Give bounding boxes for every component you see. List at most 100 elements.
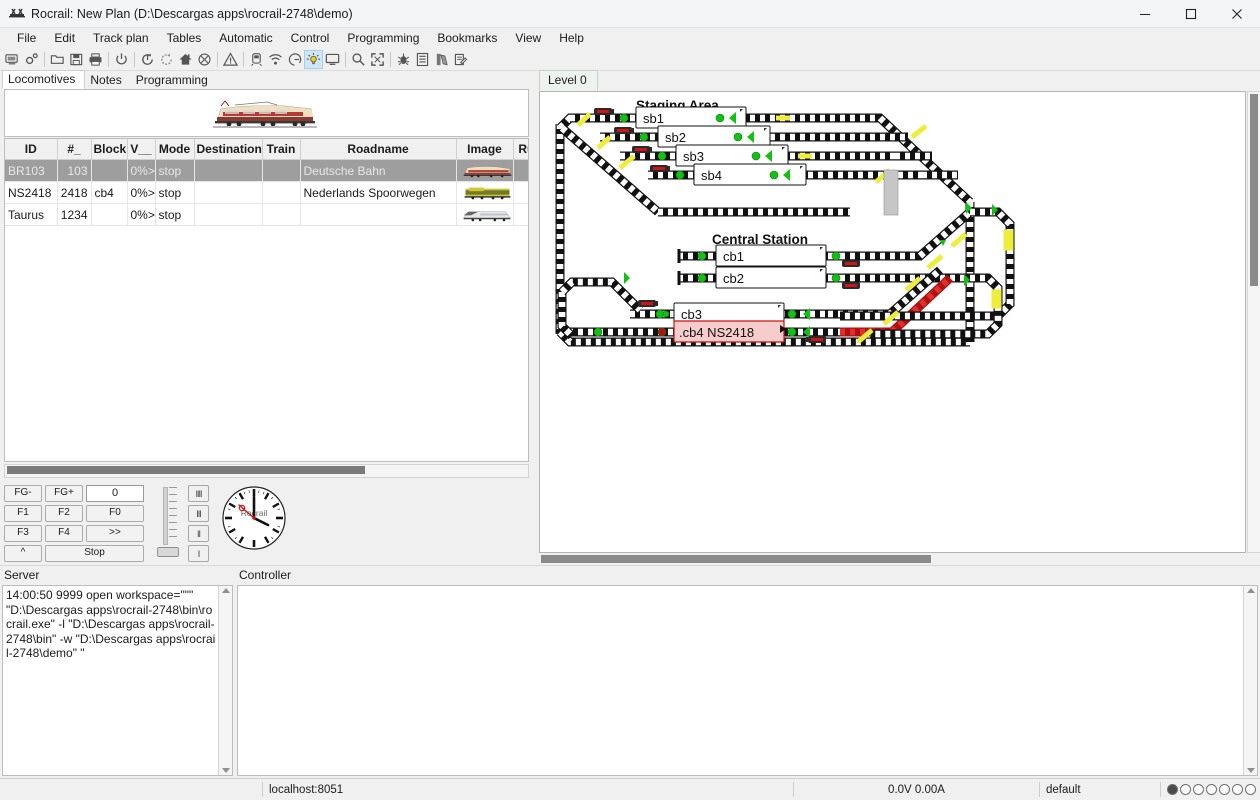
block-cb4[interactable]: .cb4 NS2418: [673, 320, 786, 343]
menu-item-control[interactable]: Control: [282, 28, 339, 49]
lamp-icon[interactable]: [304, 50, 323, 69]
cell-runtime: 0:00: [513, 203, 528, 226]
monitor-icon[interactable]: [323, 50, 342, 69]
scroll-down-icon[interactable]: [222, 768, 230, 773]
fullscreen-icon[interactable]: [368, 50, 387, 69]
col-train[interactable]: Train: [262, 139, 301, 160]
workspace-icon[interactable]: [3, 50, 22, 69]
table-horizontal-scrollbar[interactable]: [4, 464, 529, 478]
menu-item-help[interactable]: Help: [550, 28, 593, 49]
plan-horizontal-scrollbar[interactable]: [539, 554, 1248, 565]
table-row[interactable]: NS2418 2418 cb4 0%> stop Nederlands Spoo…: [5, 181, 528, 204]
tab-programming[interactable]: Programming: [130, 72, 217, 89]
home-icon[interactable]: [176, 50, 195, 69]
function-button-grid: FG- FG+ 0 F1 F2 F0 F3 F4 >> ^ Stop: [4, 485, 144, 562]
f1-button[interactable]: F1: [4, 505, 42, 522]
open-folder-icon[interactable]: [48, 50, 67, 69]
status-dot: [1180, 784, 1191, 795]
menu-item-view[interactable]: View: [506, 28, 550, 49]
block-label: sb3: [683, 149, 704, 164]
save-icon[interactable]: [67, 50, 86, 69]
menu-item-edit[interactable]: Edit: [45, 28, 84, 49]
menu-item-bookmarks[interactable]: Bookmarks: [428, 28, 506, 49]
track-plan-canvas[interactable]: .bed{stroke:#111;stroke-width:9;fill:non…: [539, 91, 1246, 553]
tab-locomotives[interactable]: Locomotives: [2, 70, 86, 89]
train-icon[interactable]: [247, 50, 266, 69]
stop-button[interactable]: Stop: [45, 545, 144, 562]
forward-button[interactable]: >>: [86, 525, 144, 542]
scrollbar-thumb[interactable]: [541, 555, 931, 563]
f3-button[interactable]: F3: [4, 525, 42, 542]
block-cb2[interactable]: cb2: [715, 266, 827, 289]
minimize-button[interactable]: [1122, 0, 1168, 27]
direction-up-button[interactable]: ^: [4, 545, 42, 562]
controller-log-scrollbar[interactable]: [1243, 586, 1257, 775]
col-roadname[interactable]: Roadname: [300, 139, 457, 160]
settings-icon[interactable]: [22, 50, 41, 69]
scrollbar-thumb[interactable]: [1250, 94, 1258, 286]
maximize-button[interactable]: [1168, 0, 1214, 27]
scroll-up-icon[interactable]: [222, 588, 230, 593]
server-log-scrollbar[interactable]: [218, 586, 232, 775]
book-icon[interactable]: [432, 50, 451, 69]
speed-value-field[interactable]: 0: [86, 485, 144, 502]
menu-item-programming[interactable]: Programming: [338, 28, 428, 49]
server-log[interactable]: 14:00:50 9999 open workspace=""" "D:\Des…: [2, 585, 233, 776]
power-icon[interactable]: [112, 50, 131, 69]
f0-button[interactable]: F0: [86, 505, 144, 522]
debug-icon[interactable]: [394, 50, 413, 69]
speedometer-icon[interactable]: [285, 50, 304, 69]
table-row[interactable]: Taurus 1234 0%> stop: [5, 203, 528, 226]
controller-log[interactable]: [237, 585, 1258, 776]
table-row[interactable]: BR103 103 0%> stop Deutsche Bahn: [5, 159, 528, 182]
reset-icon[interactable]: [157, 50, 176, 69]
col-addr[interactable]: #_: [57, 139, 92, 160]
loco-taurus: [462, 211, 511, 222]
block-cb1[interactable]: cb1: [715, 244, 827, 267]
block-sb1[interactable]: sb1: [635, 106, 747, 129]
speed-slider[interactable]: [156, 485, 180, 557]
col-id[interactable]: ID: [5, 139, 58, 160]
slider-knob[interactable]: [157, 547, 179, 557]
zoom-icon[interactable]: [349, 50, 368, 69]
step-1-button[interactable]: I: [188, 545, 209, 562]
col-v[interactable]: V__: [127, 139, 156, 160]
table-header-row: ID #_ Block V__ Mode Destination Train R…: [5, 139, 528, 160]
menu-item-file[interactable]: File: [8, 28, 45, 49]
block-label: cb2: [723, 271, 744, 286]
warning-icon[interactable]: [221, 50, 240, 69]
table-empty-area: [5, 226, 528, 461]
left-tab-strip: Locomotives Notes Programming: [0, 70, 533, 89]
plan-vertical-scrollbar[interactable]: [1247, 91, 1260, 553]
wifi-icon[interactable]: [266, 50, 285, 69]
notes-icon[interactable]: [451, 50, 470, 69]
col-mode[interactable]: Mode: [155, 139, 195, 160]
step-2-button[interactable]: II: [188, 525, 209, 542]
tab-notes[interactable]: Notes: [85, 72, 131, 89]
scroll-up-icon[interactable]: [1247, 588, 1255, 593]
cell-destination: [194, 203, 263, 226]
tab-level-0[interactable]: Level 0: [539, 70, 598, 91]
list-icon[interactable]: [413, 50, 432, 69]
col-block[interactable]: Block: [91, 139, 128, 160]
step-4-button[interactable]: IIII: [188, 485, 209, 502]
cell-image: [456, 181, 514, 204]
print-icon[interactable]: [86, 50, 105, 69]
fg-plus-button[interactable]: FG+: [45, 485, 83, 502]
f4-button[interactable]: F4: [45, 525, 83, 542]
scroll-down-icon[interactable]: [1247, 768, 1255, 773]
menu-item-automatic[interactable]: Automatic: [210, 28, 281, 49]
close-button[interactable]: [1214, 0, 1260, 27]
f2-button[interactable]: F2: [45, 505, 83, 522]
fg-minus-button[interactable]: FG-: [4, 485, 42, 502]
menu-item-track-plan[interactable]: Track plan: [84, 28, 158, 49]
step-3-button[interactable]: III: [188, 505, 209, 522]
scrollbar-thumb[interactable]: [7, 466, 365, 474]
col-destination[interactable]: Destination: [194, 139, 263, 160]
menu-item-tables[interactable]: Tables: [158, 28, 211, 49]
col-image[interactable]: Image: [456, 139, 514, 160]
col-runtime[interactable]: Run time: [513, 139, 528, 160]
restart-icon[interactable]: [138, 50, 157, 69]
loco-br103-large: [212, 100, 317, 128]
stop-all-icon[interactable]: [195, 50, 214, 69]
